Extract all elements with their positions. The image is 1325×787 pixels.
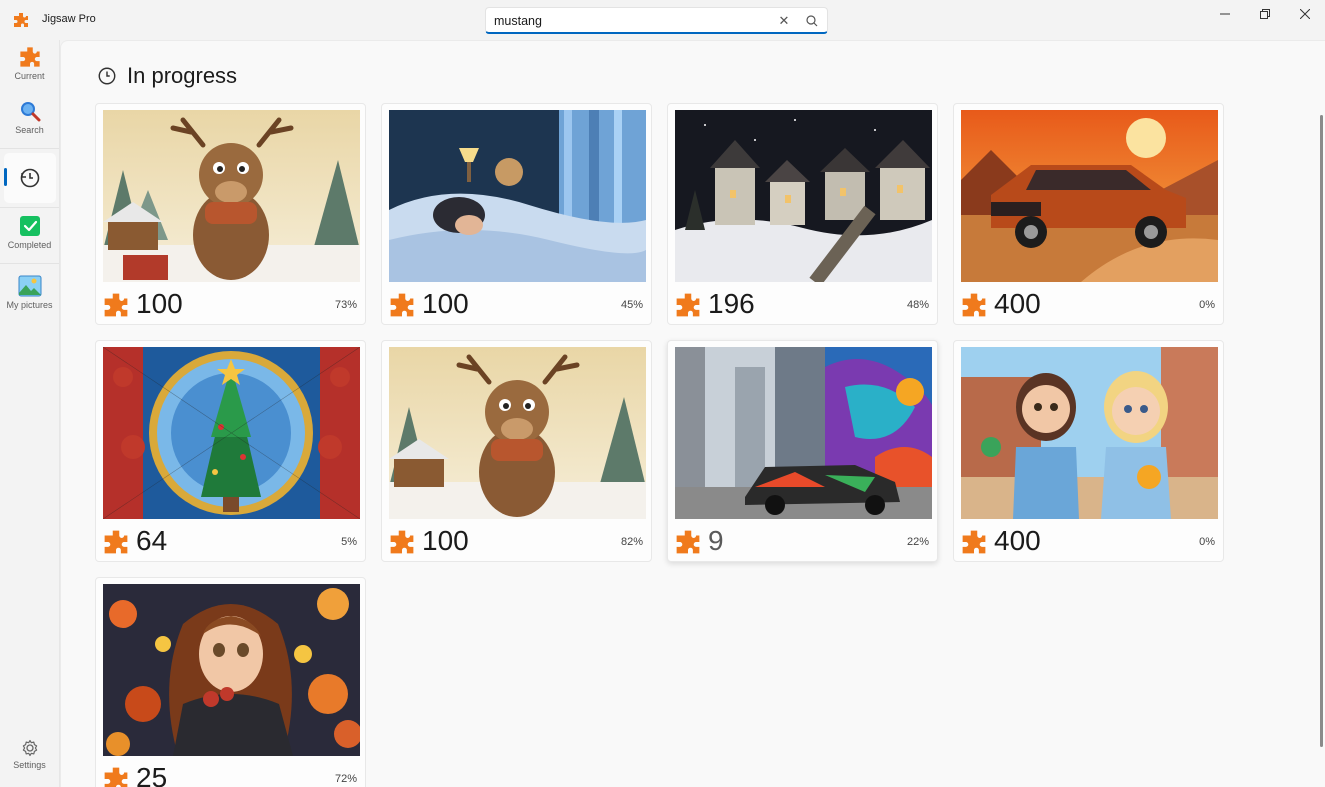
progress-percent: 0% — [1199, 299, 1215, 311]
piece-count: 400 — [994, 288, 1041, 319]
app-logo-icon — [14, 13, 28, 27]
sidebar-item-current[interactable]: Current — [0, 46, 59, 81]
puzzle-card[interactable]: 100 45% — [381, 103, 652, 325]
puzzle-icon — [962, 293, 986, 317]
puzzle-thumbnail — [389, 110, 646, 282]
nav-divider — [0, 207, 59, 208]
puzzle-card[interactable]: 196 48% — [667, 103, 938, 325]
sidebar-item-label: Completed — [7, 240, 52, 250]
sidebar-item-search[interactable]: Search — [0, 100, 59, 135]
sidebar-item-label: Settings — [13, 760, 46, 770]
puzzle-card[interactable]: 100 82% — [381, 340, 652, 562]
piece-count: 25 — [136, 762, 168, 787]
sidebar-item-label: My pictures — [6, 300, 53, 310]
progress-percent: 0% — [1199, 536, 1215, 548]
puzzle-thumbnail — [675, 347, 932, 519]
app-title: Jigsaw Pro — [42, 13, 96, 25]
puzzle-icon — [676, 293, 700, 317]
progress-percent: 5% — [341, 536, 357, 548]
puzzle-thumbnail — [961, 110, 1218, 282]
progress-percent: 82% — [620, 536, 643, 548]
sidebar-item-label: Current — [14, 71, 45, 81]
sidebar-item-label: Search — [15, 125, 44, 135]
sidebar: Current Search Completed My pictures Set… — [0, 40, 60, 787]
puzzle-thumbnail — [103, 584, 360, 756]
magnifier-icon — [20, 102, 40, 122]
puzzle-icon — [19, 47, 40, 67]
nav-divider — [0, 148, 59, 149]
sidebar-item-completed[interactable]: Completed — [0, 215, 59, 250]
puzzle-card[interactable]: 400 0% — [953, 103, 1224, 325]
puzzle-icon — [104, 530, 128, 554]
puzzle-icon — [104, 293, 128, 317]
close-button[interactable] — [1285, 4, 1325, 24]
puzzle-thumbnail — [961, 347, 1218, 519]
content-area: In progress 100 73% 100 45% 196 48% 400 … — [60, 40, 1325, 787]
minimize-button[interactable] — [1205, 4, 1245, 24]
clear-search-icon[interactable]: ✕ — [775, 12, 793, 30]
piece-count: 100 — [422, 525, 469, 556]
search-icon[interactable] — [804, 13, 820, 29]
puzzle-card[interactable]: 9 22% — [667, 340, 938, 562]
history-clock-icon — [20, 168, 39, 188]
search-box[interactable]: ✕ — [485, 7, 828, 34]
restore-button[interactable] — [1245, 4, 1285, 24]
progress-percent: 73% — [334, 299, 357, 311]
piece-count: 400 — [994, 525, 1041, 556]
history-clock-icon — [98, 67, 116, 85]
page-header: In progress — [97, 63, 237, 89]
progress-percent: 45% — [620, 299, 643, 311]
gear-icon — [22, 739, 37, 757]
sidebar-item-my-pictures[interactable]: My pictures — [0, 275, 59, 310]
piece-count: 100 — [422, 288, 469, 319]
progress-percent: 72% — [334, 773, 357, 785]
puzzle-card[interactable]: 25 72% — [95, 577, 366, 787]
puzzle-thumbnail — [103, 347, 360, 519]
check-icon — [19, 216, 40, 236]
vertical-scrollbar[interactable] — [1320, 115, 1323, 747]
page-title: In progress — [127, 63, 238, 88]
picture-icon — [18, 275, 41, 297]
sidebar-item-in-progress[interactable] — [0, 167, 59, 189]
title-bar: Jigsaw Pro ✕ — [0, 0, 1325, 40]
sidebar-item-settings[interactable]: Settings — [0, 739, 59, 770]
progress-percent: 22% — [906, 536, 929, 548]
puzzle-card[interactable]: 64 5% — [95, 340, 366, 562]
search-input[interactable] — [494, 12, 764, 30]
puzzle-card[interactable]: 400 0% — [953, 340, 1224, 562]
close-icon — [1300, 9, 1310, 19]
puzzle-thumbnail — [103, 110, 360, 282]
puzzle-card[interactable]: 100 73% — [95, 103, 366, 325]
piece-count: 64 — [136, 525, 168, 556]
minimize-icon — [1220, 13, 1230, 15]
piece-count: 9 — [708, 525, 724, 556]
puzzle-icon — [676, 530, 700, 554]
puzzle-icon — [962, 530, 986, 554]
restore-icon — [1260, 9, 1270, 19]
nav-divider — [0, 263, 59, 264]
puzzle-thumbnail — [675, 110, 932, 282]
progress-percent: 48% — [906, 299, 929, 311]
piece-count: 100 — [136, 288, 183, 319]
puzzle-icon — [104, 767, 128, 787]
piece-count: 196 — [708, 288, 755, 319]
puzzle-icon — [390, 293, 414, 317]
puzzle-icon — [390, 530, 414, 554]
puzzle-thumbnail — [389, 347, 646, 519]
